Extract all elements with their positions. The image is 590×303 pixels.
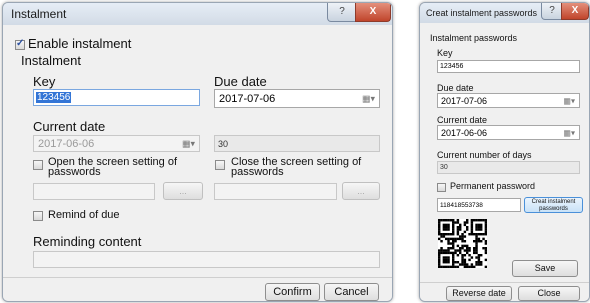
footer-separator — [3, 277, 392, 278]
password-output[interactable]: 118418553738 — [437, 198, 521, 212]
due-date-picker[interactable]: 2017-07-06 ▦▾ — [437, 93, 580, 108]
remind-checkbox[interactable] — [33, 211, 43, 221]
due-date-label: Due date — [214, 74, 267, 89]
due-date-picker[interactable]: 2017-07-06 ▦▾ — [214, 89, 380, 108]
password-value: 118418553738 — [440, 202, 483, 209]
key-input[interactable]: 123456 — [33, 89, 200, 106]
current-date-picker[interactable]: 2017-06-06 ▦▾ — [437, 125, 580, 140]
footer-separator — [420, 282, 589, 283]
window-title: Creat instalment passwords — [426, 8, 538, 18]
instalment-group-label: Instalment — [21, 53, 81, 68]
reverse-date-button[interactable]: Reverse date — [446, 286, 512, 301]
current-date-label: Current date — [33, 119, 106, 134]
current-date-value: 2017-06-06 — [441, 128, 488, 138]
remind-label: Remind of due — [48, 209, 120, 221]
days-field: 30 — [214, 135, 380, 152]
current-date-picker: 2017-06-06 ▦▾ — [33, 135, 200, 152]
help-button[interactable]: ? — [327, 3, 357, 22]
close-window-button[interactable]: X — [561, 3, 589, 20]
reminding-content-label: Reminding content — [33, 234, 142, 249]
key-value: 123456 — [36, 92, 72, 103]
close-screen-label: Close the screen setting of passwords — [231, 156, 362, 178]
key-label: Key — [437, 48, 453, 58]
title-bar: Instalment ? X — [3, 3, 392, 25]
close-button[interactable]: Close — [518, 286, 580, 301]
dialog-body: Enable instalment Instalment Key 123456 … — [3, 25, 392, 301]
due-date-value: 2017-07-06 — [441, 96, 488, 106]
key-input[interactable]: 123456 — [437, 60, 580, 73]
due-date-value: 2017-07-06 — [219, 93, 276, 105]
key-value: 123456 — [440, 63, 464, 70]
creat-passwords-button[interactable]: Creat instalment passwords — [524, 197, 583, 213]
current-days-value: 30 — [440, 164, 448, 171]
title-bar: Creat instalment passwords ? X — [420, 3, 589, 23]
dialog-body: Instalment passwords Key 123456 Due date… — [420, 23, 589, 301]
help-button[interactable]: ? — [541, 3, 563, 20]
close-screen-checkbox[interactable] — [215, 160, 225, 170]
due-date-label: Due date — [437, 83, 474, 93]
section-label: Instalment passwords — [430, 33, 518, 43]
days-value: 30 — [218, 139, 229, 149]
calendar-icon[interactable]: ▦▾ — [362, 93, 375, 104]
instalment-dialog: Instalment ? X Enable instalment Instalm… — [2, 2, 393, 302]
current-days-field: 30 — [437, 161, 580, 174]
calendar-icon[interactable]: ▦▾ — [563, 128, 575, 137]
confirm-button[interactable]: Confirm — [265, 283, 320, 301]
window-title: Instalment — [11, 7, 67, 21]
creat-passwords-dialog: Creat instalment passwords ? X Instalmen… — [419, 2, 590, 302]
current-days-label: Current number of days — [437, 150, 532, 160]
open-screen-browse-button: ... — [163, 182, 203, 200]
creat-passwords-label: Creat instalment passwords — [531, 199, 576, 212]
calendar-icon[interactable]: ▦▾ — [563, 96, 575, 105]
permanent-password-label: Permanent password — [450, 181, 536, 191]
current-date-label: Current date — [437, 115, 488, 125]
qr-code-icon — [438, 219, 487, 268]
key-label: Key — [33, 74, 56, 89]
open-screen-label: Open the screen setting of passwords — [48, 156, 178, 178]
save-button[interactable]: Save — [512, 260, 578, 277]
current-date-value: 2017-06-06 — [38, 138, 95, 150]
permanent-password-checkbox[interactable] — [437, 183, 446, 192]
close-screen-browse-button: ... — [342, 182, 380, 200]
open-screen-checkbox[interactable] — [33, 160, 43, 170]
enable-instalment-label: Enable instalment — [28, 36, 132, 51]
close-window-button[interactable]: X — [355, 3, 391, 22]
calendar-icon: ▦▾ — [181, 138, 195, 148]
close-screen-path-input — [214, 183, 337, 200]
cancel-button[interactable]: Cancel — [324, 283, 379, 301]
open-screen-path-input — [33, 183, 155, 200]
enable-instalment-checkbox[interactable] — [15, 38, 25, 50]
reminding-content-input — [33, 251, 380, 268]
